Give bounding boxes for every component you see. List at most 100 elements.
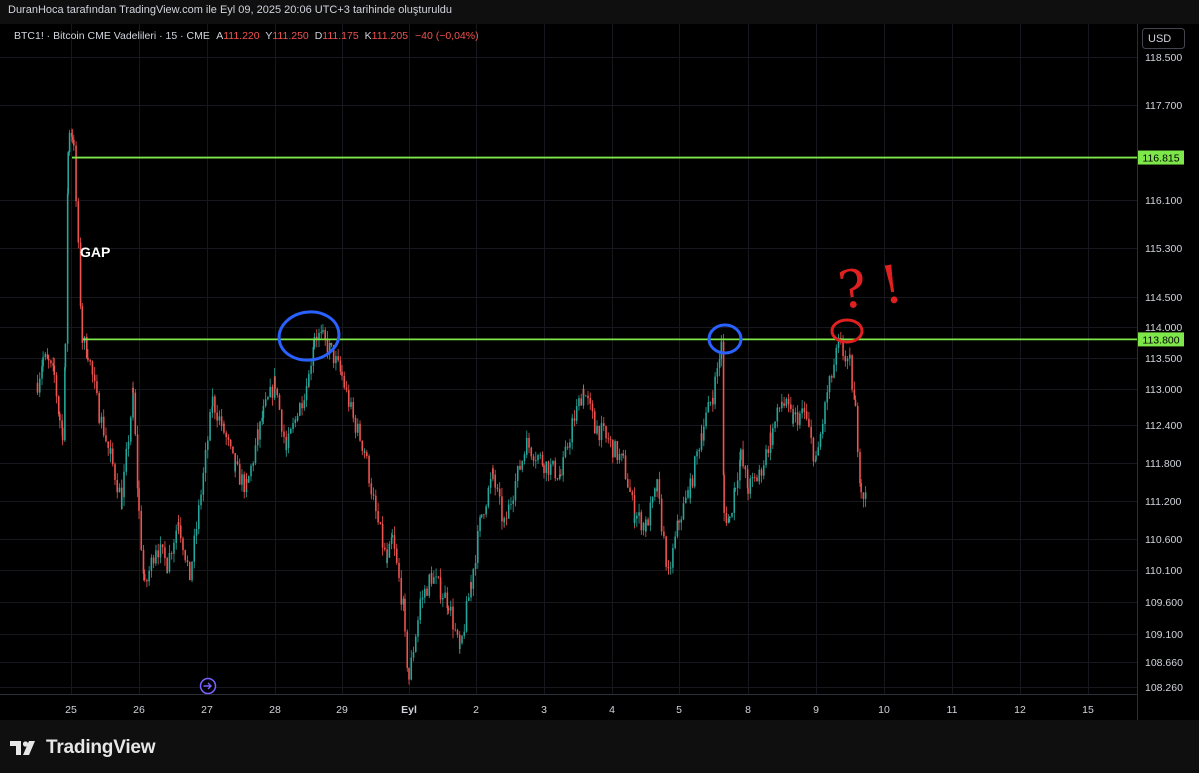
candle — [503, 516, 506, 527]
candle — [81, 302, 84, 350]
candle — [578, 395, 580, 411]
candle-body — [53, 365, 56, 376]
candle — [864, 486, 867, 508]
time-axis[interactable]: 25 26 27 28 29 Eyl 2 3 4 5 8 9 10 11 12 15 — [65, 704, 1094, 716]
candle-body — [587, 395, 589, 399]
candle — [537, 453, 539, 465]
candle — [461, 634, 463, 645]
tradingview-logo[interactable]: TradingView — [10, 736, 156, 760]
high-value: 111.250 — [272, 30, 309, 42]
candle — [111, 442, 114, 467]
candle-body — [523, 454, 526, 462]
candle — [116, 473, 119, 499]
candle-body — [720, 341, 723, 360]
candle — [783, 396, 785, 409]
candle-body — [446, 592, 449, 609]
candle — [46, 348, 49, 360]
candle — [479, 514, 481, 537]
candle-body — [803, 411, 806, 413]
candle — [618, 448, 621, 464]
candle — [805, 403, 808, 421]
candle — [393, 526, 396, 556]
candle — [558, 465, 561, 481]
event-marker-icon[interactable] — [199, 677, 217, 695]
candle-body — [698, 449, 701, 452]
candle-body — [393, 535, 396, 549]
price-axis[interactable]: 118.500 117.700 116.100 115.300 114.500 114.0… — [1145, 52, 1183, 694]
tradingview-logo-text: TradingView — [46, 737, 156, 758]
candle — [197, 499, 200, 535]
candle-body — [345, 387, 348, 390]
candle — [582, 384, 585, 398]
candle-body — [262, 405, 265, 418]
candle-body — [519, 465, 521, 470]
change-value: −40 (−0,04%) — [415, 30, 479, 42]
candle — [636, 512, 638, 528]
candle — [573, 410, 576, 427]
candle-body — [785, 398, 788, 406]
time-tick-label: 15 — [1082, 704, 1094, 716]
candle-body — [691, 478, 694, 487]
candle — [216, 404, 218, 428]
candle-body — [421, 597, 424, 600]
candle — [727, 514, 730, 524]
candle — [584, 394, 587, 397]
candle — [267, 395, 269, 401]
candle-body — [252, 463, 255, 466]
level-price-label: 113.800 — [1142, 334, 1179, 346]
candles-layer — [36, 128, 867, 685]
candle — [269, 378, 271, 398]
candle — [785, 397, 788, 409]
candle — [528, 432, 530, 454]
candle-body — [439, 577, 442, 600]
candle-body — [753, 477, 756, 478]
candle-body — [783, 403, 785, 406]
candle — [335, 350, 337, 371]
candle-body — [824, 402, 826, 425]
candle — [525, 430, 528, 455]
candle — [324, 327, 327, 346]
candle — [83, 335, 86, 350]
candle-body — [492, 468, 494, 475]
candle — [433, 570, 435, 584]
candle-body — [769, 432, 772, 445]
candle-body — [682, 503, 685, 520]
currency-label: USD — [1148, 33, 1171, 45]
candle-body — [366, 452, 368, 457]
candle-body — [91, 361, 94, 375]
candle-body — [725, 512, 728, 524]
candle-body — [454, 629, 457, 631]
candle-body — [414, 636, 417, 653]
candle — [225, 430, 227, 446]
candle-body — [305, 386, 308, 401]
candle — [589, 392, 592, 410]
candle — [195, 521, 198, 544]
candle — [682, 496, 685, 521]
candle-body — [573, 418, 576, 421]
candle — [280, 408, 283, 438]
symbol-legend[interactable]: BTC1! · Bitcoin CME Vadelileri · 15 · CM… — [14, 30, 479, 42]
candle-body — [379, 522, 382, 524]
candle — [560, 469, 562, 477]
candle — [328, 338, 331, 360]
candle — [159, 536, 162, 564]
candle-body — [794, 412, 797, 415]
candle-body — [142, 549, 145, 574]
candle — [305, 378, 308, 407]
candle — [406, 629, 409, 672]
candle-body — [166, 558, 168, 574]
candle — [665, 535, 667, 571]
candle-body — [211, 396, 214, 407]
currency-button[interactable]: USD — [1142, 28, 1185, 49]
candle-body — [696, 451, 698, 457]
candle-body — [177, 522, 180, 526]
candle-body — [598, 425, 601, 441]
candle-body — [781, 402, 783, 404]
price-chart[interactable]: 116.815 113.800 118.500 117.700 116.100 115.… — [0, 24, 1199, 720]
candle — [501, 487, 503, 530]
candle-body — [828, 376, 831, 393]
candle — [602, 417, 605, 431]
candle-body — [356, 423, 359, 433]
candle-body — [687, 490, 689, 498]
time-tick-label: 28 — [269, 704, 281, 716]
